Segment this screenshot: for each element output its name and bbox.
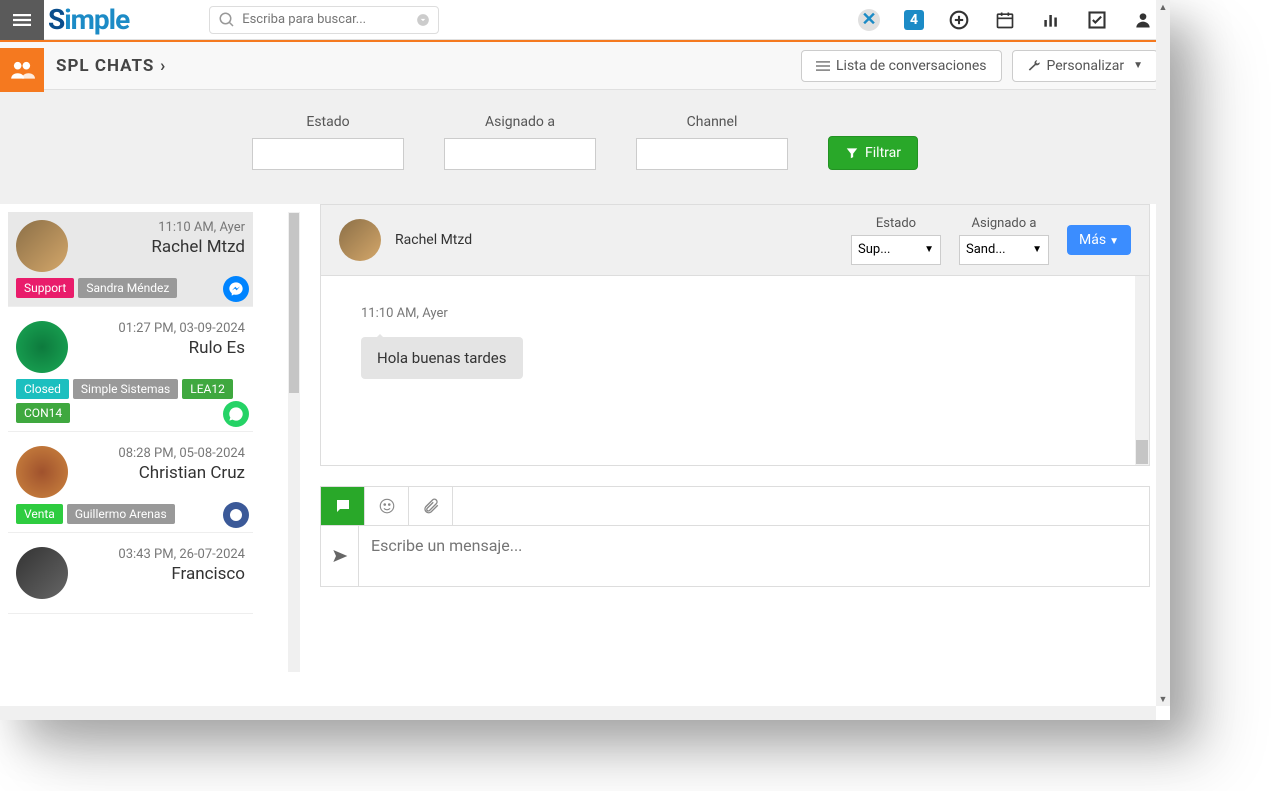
- chat-name: Rulo Es: [78, 338, 245, 358]
- sidebar-chats-icon[interactable]: [0, 48, 44, 92]
- main-area: 11:10 AM, Ayer Rachel Mtzd SupportSandra M…: [0, 204, 1170, 684]
- customize-button[interactable]: Personalizar ▼: [1012, 50, 1159, 82]
- messenger-icon: [223, 276, 249, 302]
- detail-header: Rachel Mtzd Estado Sup...▼ Asignado a Sa…: [320, 204, 1150, 276]
- page-scrollbar-horizontal[interactable]: [0, 706, 1156, 720]
- compose-tab-emoji[interactable]: [365, 487, 409, 525]
- blue-icon: [223, 502, 249, 528]
- tags: VentaGuillermo Arenas: [16, 504, 245, 524]
- x-icon[interactable]: ✕: [858, 9, 880, 31]
- chat-time: 01:27 PM, 03-09-2024: [78, 321, 245, 336]
- chat-detail-panel: Rachel Mtzd Estado Sup...▼ Asignado a Sa…: [300, 204, 1170, 684]
- chat-time: 11:10 AM, Ayer: [78, 220, 245, 235]
- tag: Guillermo Arenas: [67, 504, 175, 524]
- detail-contact-name: Rachel Mtzd: [395, 232, 472, 248]
- chart-icon[interactable]: [1040, 9, 1062, 31]
- message-timestamp: 11:10 AM, Ayer: [361, 306, 1109, 321]
- send-icon: [332, 548, 348, 564]
- detail-asignado-select[interactable]: Sand...▼: [959, 235, 1049, 265]
- detail-estado-label: Estado: [876, 216, 916, 231]
- funnel-icon: [845, 146, 859, 160]
- filter-asignado-input[interactable]: [444, 138, 596, 170]
- topbar: Simple ✕ 4: [0, 0, 1170, 40]
- filter-button[interactable]: Filtrar: [828, 136, 918, 170]
- chat-list-item[interactable]: 01:27 PM, 03-09-2024 Rulo Es ClosedSimple …: [8, 313, 253, 432]
- logo: Simple: [48, 3, 129, 36]
- top-icons: ✕ 4: [858, 9, 1154, 31]
- chat-list-item[interactable]: 08:28 PM, 05-08-2024 Christian Cruz VentaG…: [8, 438, 253, 533]
- avatar: [16, 446, 68, 498]
- checkbox-icon[interactable]: [1086, 9, 1108, 31]
- filter-estado-label: Estado: [306, 114, 349, 130]
- compose-tab-attach[interactable]: [409, 487, 453, 525]
- chat-list-scrollbar[interactable]: [288, 212, 300, 672]
- search-input[interactable]: [242, 12, 416, 27]
- plus-icon[interactable]: [948, 9, 970, 31]
- menu-hamburger[interactable]: [0, 0, 44, 40]
- tag: Venta: [16, 504, 63, 524]
- user-icon[interactable]: [1132, 9, 1154, 31]
- chevron-right-icon: ›: [160, 56, 166, 76]
- tag: LEA12: [182, 379, 233, 399]
- send-button[interactable]: [321, 526, 359, 586]
- compose-area: [320, 486, 1150, 587]
- message-bubble: Hola buenas tardes: [361, 337, 523, 379]
- list-icon: [816, 59, 830, 73]
- page-title: SPL CHATS ›: [56, 56, 166, 76]
- filter-channel-label: Channel: [687, 114, 738, 130]
- search-icon: [218, 11, 236, 29]
- page-scrollbar-vertical[interactable]: ▲ ▼: [1156, 0, 1170, 706]
- mas-button[interactable]: Más▼: [1067, 225, 1131, 255]
- filter-area: Estado Asignado a Channel Filtrar: [0, 90, 1170, 204]
- avatar: [16, 220, 68, 272]
- smile-icon: [378, 497, 396, 515]
- tag: CON14: [16, 403, 70, 423]
- messages-scrollbar[interactable]: [1135, 276, 1149, 465]
- chat-time: 08:28 PM, 05-08-2024: [78, 446, 245, 461]
- page-header: SPL CHATS › Lista de conversaciones Pers…: [0, 42, 1170, 90]
- tag: Simple Sistemas: [73, 379, 178, 399]
- list-conversations-button[interactable]: Lista de conversaciones: [801, 50, 1001, 82]
- calendar-icon[interactable]: [994, 9, 1016, 31]
- tag: Support: [16, 278, 74, 298]
- search-box[interactable]: [209, 6, 439, 34]
- four-icon[interactable]: 4: [904, 10, 924, 30]
- chevron-down-icon[interactable]: [416, 13, 430, 27]
- chat-time: 03:43 PM, 26-07-2024: [78, 547, 245, 562]
- filter-channel-input[interactable]: [636, 138, 788, 170]
- caret-down-icon: ▼: [1133, 60, 1143, 71]
- detail-estado-select[interactable]: Sup...▼: [851, 235, 941, 265]
- chat-list-item[interactable]: 03:43 PM, 26-07-2024 Francisco: [8, 539, 253, 614]
- chat-name: Francisco: [78, 564, 245, 584]
- filter-asignado-label: Asignado a: [485, 114, 555, 130]
- chat-list-panel: 11:10 AM, Ayer Rachel Mtzd SupportSandra M…: [0, 204, 300, 684]
- chat-list-item[interactable]: 11:10 AM, Ayer Rachel Mtzd SupportSandra M…: [8, 212, 253, 307]
- filter-estado-input[interactable]: [252, 138, 404, 170]
- wrench-icon: [1027, 59, 1041, 73]
- whatsapp-icon: [223, 401, 249, 427]
- avatar: [16, 547, 68, 599]
- compose-input[interactable]: [359, 526, 1149, 586]
- chat-name: Christian Cruz: [78, 463, 245, 483]
- tags: SupportSandra Méndez: [16, 278, 245, 298]
- paperclip-icon: [422, 497, 440, 515]
- avatar: [16, 321, 68, 373]
- detail-asignado-label: Asignado a: [972, 216, 1037, 231]
- tags: ClosedSimple SistemasLEA12 CON14: [16, 379, 245, 423]
- messages-area: 11:10 AM, Ayer Hola buenas tardes: [320, 276, 1150, 466]
- chat-name: Rachel Mtzd: [78, 237, 245, 257]
- compose-tab-message[interactable]: [321, 487, 365, 525]
- detail-avatar: [339, 219, 381, 261]
- tag: Sandra Méndez: [78, 278, 177, 298]
- chat-bubble-icon: [334, 497, 352, 515]
- tag: Closed: [16, 379, 69, 399]
